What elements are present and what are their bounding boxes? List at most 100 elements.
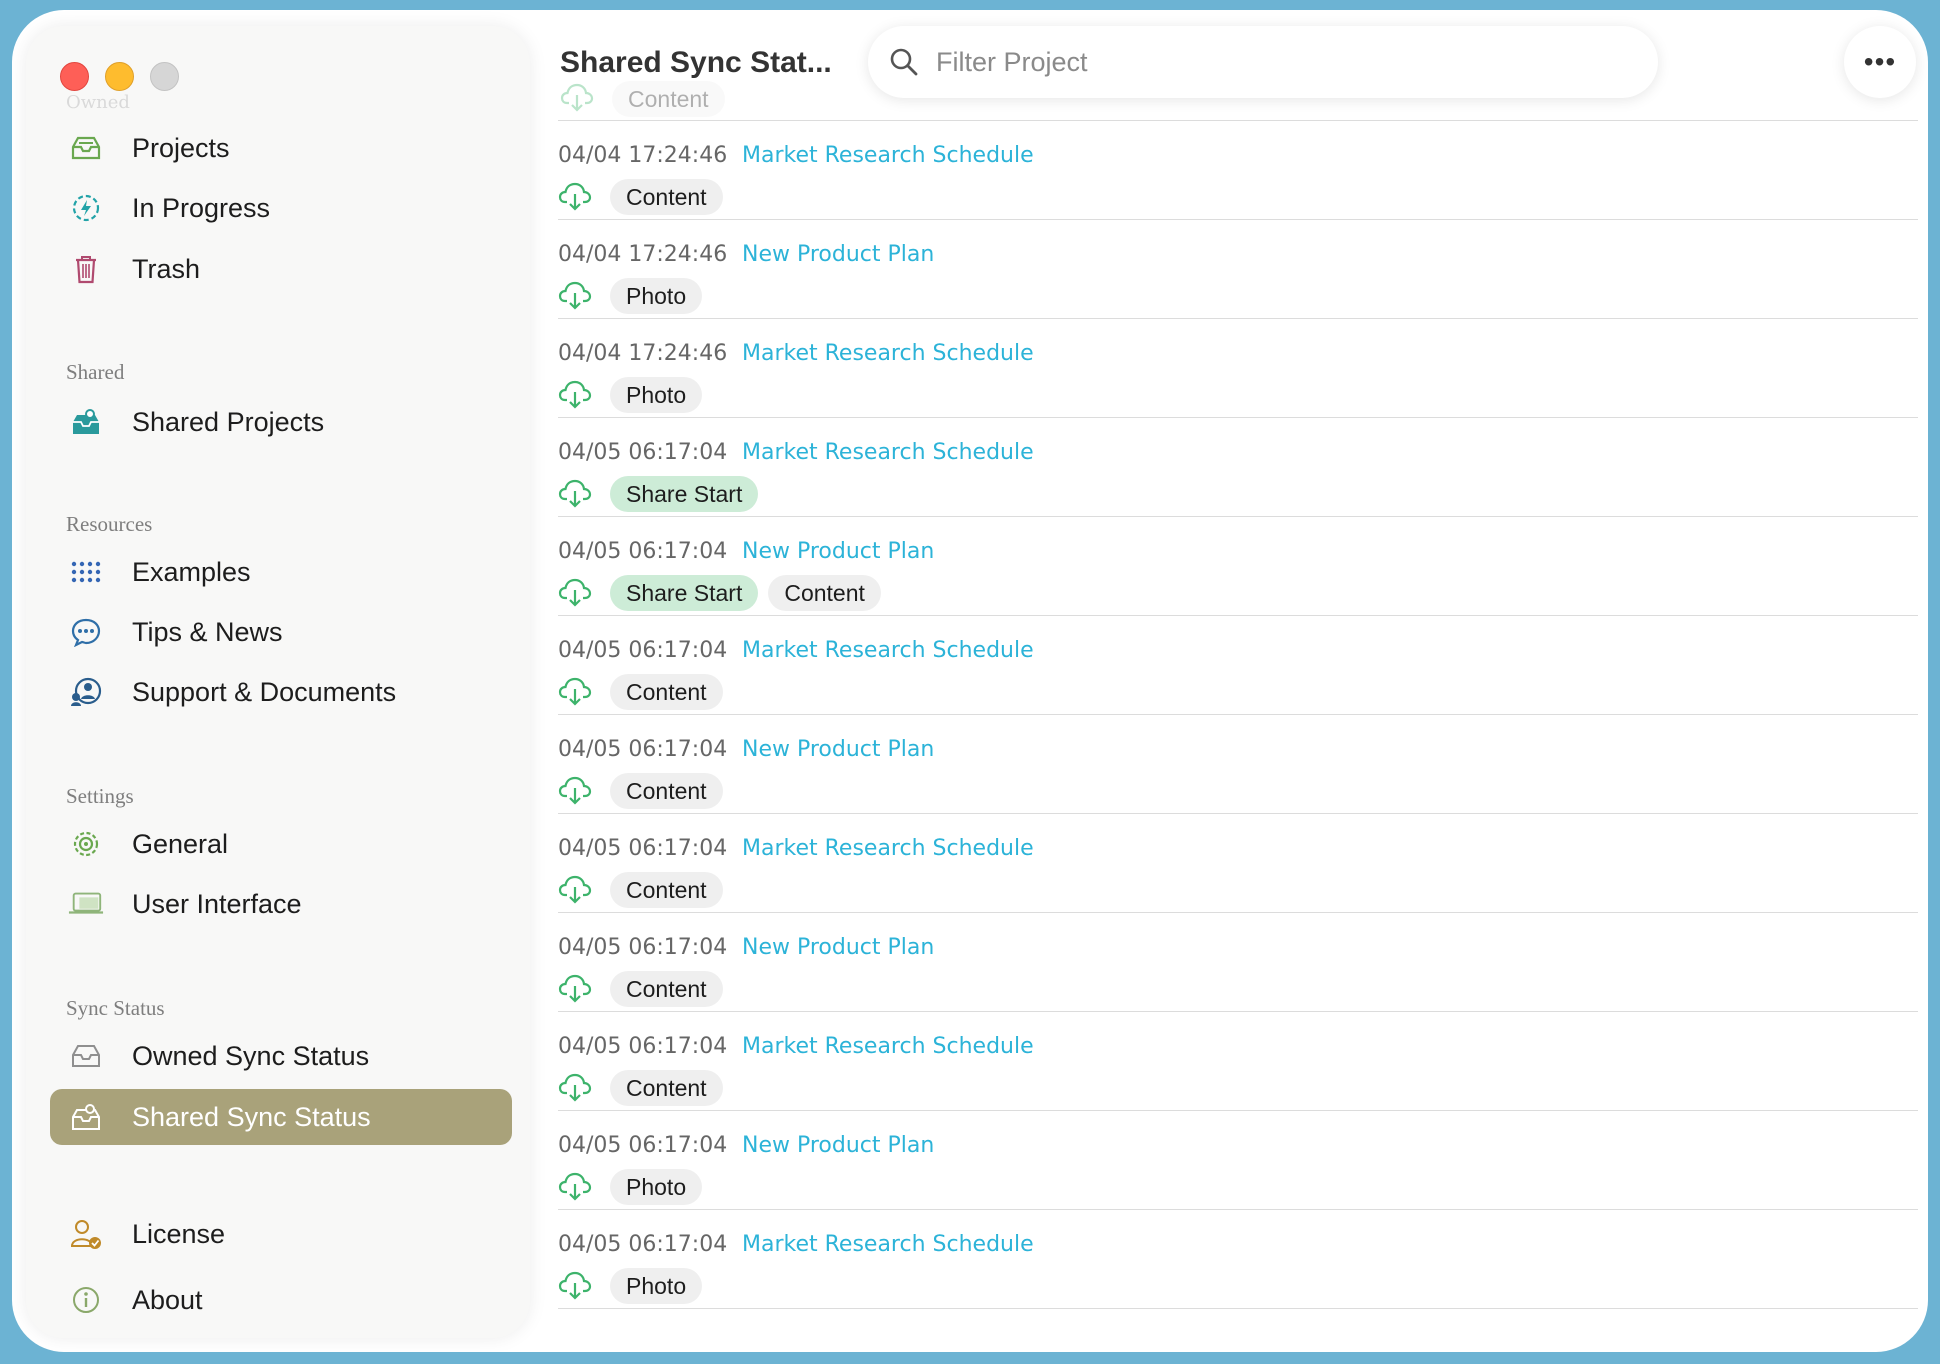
list-item: 04/05 06:17:04 Market Research Schedule … [558, 418, 1918, 516]
search-icon [888, 46, 920, 78]
minimize-window-button[interactable] [105, 62, 134, 91]
sidebar-item-label: Examples [132, 556, 251, 587]
tag-group: Photo [610, 278, 703, 314]
cloud-download-icon [558, 577, 592, 607]
timestamp: 04/04 17:24:46 [558, 341, 728, 366]
sidebar-item-tips-news[interactable]: Tips & News [50, 604, 512, 660]
sync-tag: Photo [610, 278, 703, 314]
close-window-button[interactable] [60, 62, 89, 91]
sync-tag: Content [612, 81, 725, 117]
tag-group: Photo [610, 1268, 703, 1304]
sidebar-item-trash[interactable]: Trash [50, 241, 512, 297]
app-window: Owned Projects In Progress Trash Shared [12, 10, 1928, 1352]
sidebar: Owned Projects In Progress Trash Shared [26, 26, 530, 1338]
list-item: 04/05 06:17:04 Market Research Schedule … [558, 814, 1918, 912]
row-divider [558, 1308, 1918, 1309]
cloud-download-icon [560, 82, 594, 117]
sync-tag-share-start: Share Start [610, 476, 759, 512]
tag-group: Content [610, 1070, 723, 1106]
filter-project-input[interactable] [936, 46, 1616, 78]
list-item: 04/05 06:17:04 Market Research Schedule … [558, 1210, 1918, 1308]
gear-icon [68, 826, 104, 862]
sync-tag: Content [610, 971, 723, 1007]
chat-bubble-icon [68, 614, 104, 650]
project-link[interactable]: New Product Plan [742, 539, 934, 564]
project-link[interactable]: New Product Plan [742, 935, 934, 960]
project-link[interactable]: Market Research Schedule [742, 638, 1034, 663]
sidebar-item-owned-sync-status[interactable]: Owned Sync Status [50, 1028, 512, 1084]
timestamp: 04/05 06:17:04 [558, 1034, 728, 1059]
timestamp: 04/05 06:17:04 [558, 935, 728, 960]
list-item: 04/04 17:24:46 Market Research Schedule … [558, 121, 1918, 219]
sync-tag: Photo [610, 1169, 703, 1205]
sidebar-item-in-progress[interactable]: In Progress [50, 180, 512, 236]
timestamp: 04/05 06:17:04 [558, 638, 728, 663]
cloud-download-icon [558, 775, 592, 805]
list-item: 04/05 06:17:04 New Product Plan Photo [558, 1111, 1918, 1209]
project-link[interactable]: New Product Plan [742, 242, 934, 267]
cloud-download-icon [558, 973, 592, 1003]
timestamp: 04/05 06:17:04 [558, 836, 728, 861]
sidebar-item-label: License [132, 1218, 226, 1249]
sidebar-group-header-settings: Settings [66, 784, 134, 808]
cloud-download-icon [558, 874, 592, 904]
window-controls [60, 62, 179, 91]
sidebar-item-general[interactable]: General [50, 816, 512, 872]
project-link[interactable]: Market Research Schedule [742, 1232, 1034, 1257]
sidebar-item-projects[interactable]: Projects [50, 120, 512, 176]
sidebar-item-label: Shared Projects [132, 406, 325, 437]
display-icon [68, 886, 104, 922]
list-item: 04/04 17:24:46 New Product Plan Photo [558, 220, 1918, 318]
tag-group: Photo [610, 1169, 703, 1205]
sync-tag: Content [768, 575, 881, 611]
sync-status-list: 04/04 17:24:46 Market Research Schedule … [558, 120, 1918, 1309]
sidebar-item-support-documents[interactable]: Support & Documents [50, 664, 512, 720]
list-item: 04/04 17:24:46 Market Research Schedule … [558, 319, 1918, 417]
sidebar-item-shared-projects[interactable]: Shared Projects [50, 394, 512, 450]
info-icon [68, 1282, 104, 1318]
sidebar-item-shared-sync-status[interactable]: Shared Sync Status [50, 1089, 512, 1145]
tag-group: Content [610, 674, 723, 710]
project-link[interactable]: Market Research Schedule [742, 341, 1034, 366]
sync-tag: Content [610, 773, 723, 809]
project-link[interactable]: Market Research Schedule [742, 440, 1034, 465]
project-link[interactable]: Market Research Schedule [742, 836, 1034, 861]
more-options-button[interactable]: ••• [1844, 26, 1916, 98]
tag-group: Share Start Content [610, 575, 881, 611]
search-bar[interactable] [868, 26, 1658, 98]
sync-tag: Content [610, 1070, 723, 1106]
zoom-window-button[interactable] [150, 62, 179, 91]
sync-tag: Photo [610, 1268, 703, 1304]
timestamp: 04/05 06:17:04 [558, 1133, 728, 1158]
cloud-download-icon [558, 379, 592, 409]
sidebar-item-examples[interactable]: Examples [50, 544, 512, 600]
sidebar-group-header-resources: Resources [66, 512, 153, 536]
project-link[interactable]: New Product Plan [742, 1133, 934, 1158]
cloud-download-icon [558, 280, 592, 310]
sidebar-item-label: Projects [132, 132, 230, 163]
tag-group: Content [610, 773, 723, 809]
project-link[interactable]: Market Research Schedule [742, 143, 1034, 168]
sidebar-item-label: Trash [132, 253, 201, 284]
tag-group: Content [610, 179, 723, 215]
tray-icon [68, 130, 104, 166]
timestamp: 04/05 06:17:04 [558, 440, 728, 465]
timestamp: 04/04 17:24:46 [558, 143, 728, 168]
timestamp: 04/04 17:24:46 [558, 242, 728, 267]
project-link[interactable]: Market Research Schedule [742, 1034, 1034, 1059]
sidebar-group-header-shared: Shared [66, 360, 125, 384]
timestamp: 04/05 06:17:04 [558, 539, 728, 564]
shared-tray-outline-icon [68, 1099, 104, 1135]
sidebar-group-header-sync-status: Sync Status [66, 996, 165, 1020]
license-user-icon [68, 1216, 104, 1252]
list-item: 04/05 06:17:04 New Product Plan Content [558, 913, 1918, 1011]
sidebar-item-user-interface[interactable]: User Interface [50, 876, 512, 932]
sidebar-item-license[interactable]: License [50, 1206, 512, 1262]
sidebar-group-header-owned: Owned [66, 92, 130, 113]
progress-bolt-icon [68, 190, 104, 226]
project-link[interactable]: New Product Plan [742, 737, 934, 762]
tag-group: Content [610, 872, 723, 908]
sidebar-item-label: About [132, 1284, 203, 1315]
sync-tag-share-start: Share Start [610, 575, 759, 611]
sidebar-item-about[interactable]: About [50, 1272, 512, 1328]
